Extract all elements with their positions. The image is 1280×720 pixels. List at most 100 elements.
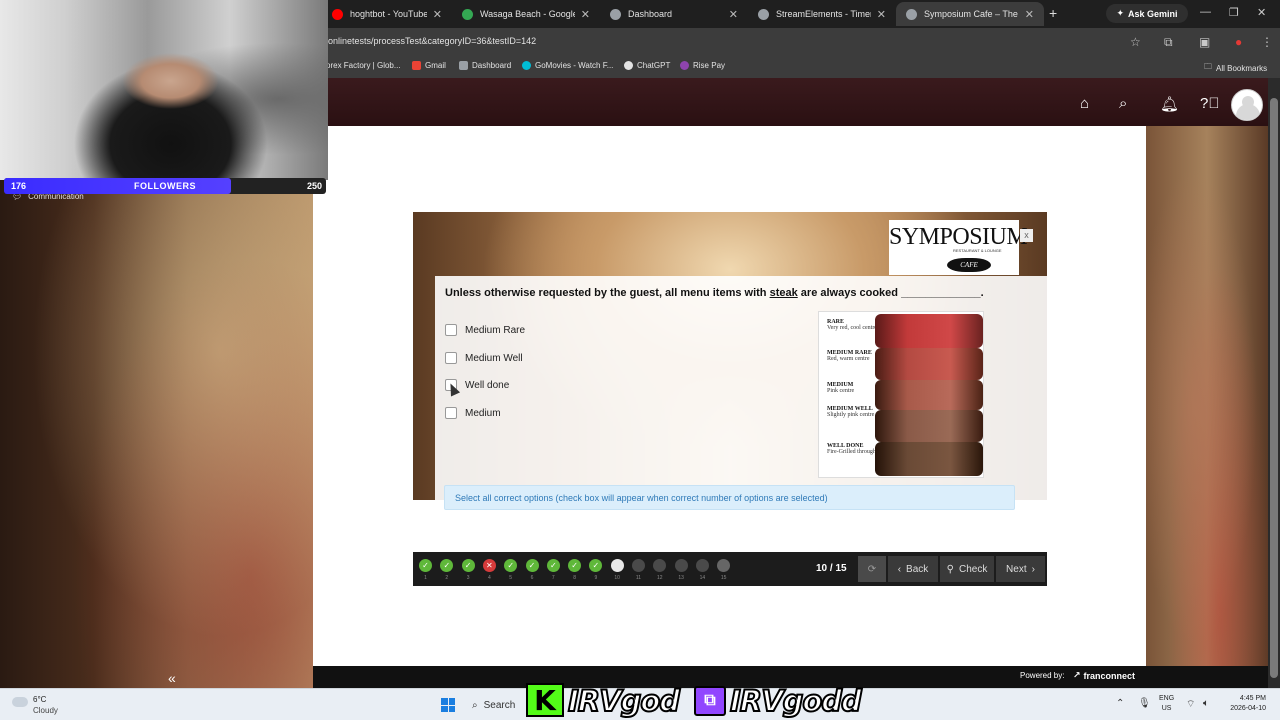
progress-dot-14[interactable] (695, 559, 709, 572)
option-label: Well done (465, 379, 510, 391)
next-button[interactable]: Next › (996, 556, 1045, 582)
bookmark-gomovies[interactable]: GoMovies - Watch F... (522, 61, 613, 70)
wifi-icon[interactable]: ⌔ (1186, 698, 1195, 711)
home-icon[interactable]: ⌂ (1080, 95, 1089, 112)
bookmark-label: orex Factory | Glob... (326, 61, 401, 70)
maps-pin-icon (462, 8, 473, 20)
option-label: Medium Well (465, 352, 523, 364)
progress-dot-12[interactable] (653, 559, 667, 572)
bell-icon[interactable]: 🔔︎ (1160, 95, 1179, 113)
progress-dot-13[interactable] (674, 559, 688, 572)
follower-goal: 250 (306, 181, 322, 191)
search-icon[interactable]: ⌕ (1119, 95, 1127, 112)
all-bookmarks[interactable]: 🗀 All Bookmarks (1204, 61, 1267, 75)
dashboard-icon (459, 61, 468, 70)
option-medium[interactable]: Medium (445, 406, 501, 420)
sidepanel-icon[interactable]: ▣ (1199, 35, 1210, 49)
bookmark-label: Gmail (425, 61, 446, 70)
close-button[interactable]: x (1020, 229, 1033, 242)
close-icon[interactable]: ✕ (729, 8, 738, 21)
progress-dot-2[interactable]: ✓ (440, 559, 454, 572)
option-medium-rare[interactable]: Medium Rare (445, 323, 525, 337)
close-icon[interactable]: ✕ (581, 8, 590, 21)
avatar[interactable] (1231, 89, 1263, 121)
language-indicator[interactable]: ENG US (1159, 694, 1174, 714)
progress-dot-3[interactable]: ✓ (461, 559, 475, 572)
progress-dot-number: 1 (424, 575, 427, 581)
steak-doneness-guide: RARE Very red, cool centre MEDIUM RARE R… (818, 311, 984, 478)
tab-title: Wasaga Beach - Google Ma (480, 9, 575, 19)
symposium-logo: SYMPOSIUM RESTAURANT & LOUNGE CAFE (889, 220, 1028, 275)
check-button[interactable]: ⚲ Check (940, 556, 994, 582)
progress-dot-number: 2 (445, 575, 449, 581)
progress-dot-5[interactable]: ✓ (504, 559, 518, 572)
windows-start-icon[interactable] (441, 698, 455, 712)
ask-gemini-button[interactable]: ✦ Ask Gemini (1106, 4, 1188, 23)
volume-icon[interactable]: 🔈︎ (1203, 698, 1209, 709)
progress-dot-4[interactable]: ✕ (482, 559, 496, 572)
close-window-icon[interactable]: ✕ (1257, 6, 1266, 19)
extensions-icon[interactable]: ⧉ (1164, 35, 1173, 50)
option-checkbox[interactable] (445, 352, 457, 364)
close-icon[interactable]: ✕ (433, 8, 442, 21)
progress-dot-8[interactable]: ✓ (568, 559, 582, 572)
progress-dot-1[interactable]: ✓ (419, 559, 432, 572)
weather-desc[interactable]: Cloudy (33, 706, 58, 715)
option-label: Medium Rare (465, 324, 526, 336)
menu-icon[interactable]: ⋮ (1261, 35, 1273, 49)
bookmark-dashboard[interactable]: Dashboard (459, 61, 511, 70)
taskbar-clock[interactable]: 4:45 PM 2026-04-10 (1218, 694, 1266, 714)
minimize-icon[interactable]: — (1200, 6, 1211, 18)
globe-icon (906, 8, 917, 20)
cloud-icon (12, 697, 28, 707)
help-icon[interactable]: ?⃝ (1200, 95, 1220, 112)
steak-slice-rare (875, 314, 983, 348)
progress-dot-10[interactable] (610, 559, 624, 572)
collapse-sidebar-button[interactable]: « (168, 670, 176, 686)
bookmark-chatgpt[interactable]: ChatGPT (624, 61, 670, 70)
progress-dot-number: 4 (488, 575, 491, 581)
progress-dot-6[interactable]: ✓ (525, 559, 539, 572)
url-field[interactable]: onlinetests/processTest&categoryID=36&te… (328, 36, 536, 46)
star-icon[interactable]: ☆ (1130, 35, 1141, 49)
new-tab-button[interactable]: + (1049, 5, 1057, 21)
bookmark-gmail[interactable]: Gmail (412, 61, 446, 70)
profile-icon[interactable]: ● (1235, 35, 1242, 49)
microphone-icon[interactable]: 🎙︎ (1138, 698, 1151, 709)
tab-google-maps[interactable]: Wasaga Beach - Google Ma ✕ (452, 2, 600, 26)
restore-icon[interactable]: ❐ (1229, 6, 1239, 19)
review-button[interactable]: ⟳ (858, 556, 886, 582)
option-checkbox[interactable] (445, 407, 457, 419)
page-scrollbar[interactable] (1268, 78, 1280, 688)
tab-youtube[interactable]: hoghtbot - YouTube ✕ (322, 2, 452, 26)
steak-slice-medium-well (875, 410, 983, 442)
region-code: US (1161, 705, 1172, 712)
progress-dot-11[interactable] (632, 559, 645, 572)
progress-dot-number: 3 (466, 575, 470, 581)
option-medium-well[interactable]: Medium Well (445, 351, 523, 365)
tab-symposium[interactable]: Symposium Cafe – The Scro ✕ (896, 2, 1044, 26)
tab-dashboard[interactable]: Dashboard ✕ (600, 2, 748, 26)
close-icon[interactable]: ✕ (877, 8, 886, 21)
tab-streamelements[interactable]: StreamElements - Timers ✕ (748, 2, 896, 26)
option-checkbox[interactable] (445, 324, 457, 336)
progress-dot-9[interactable]: ✓ (589, 559, 603, 572)
progress-dot-7[interactable]: ✓ (546, 559, 560, 572)
taskbar-search[interactable]: ⌕ Search (466, 694, 526, 716)
weather-temp[interactable]: 6°C (33, 695, 46, 704)
kick-logo: K (526, 683, 564, 717)
progress-dot-number: 12 (657, 575, 663, 581)
progress-dot-number: 6 (530, 575, 534, 581)
bookmark-risepay[interactable]: Rise Pay (680, 61, 725, 70)
chevron-up-icon[interactable]: ⌃ (1116, 698, 1124, 709)
bookmark-label: Dashboard (472, 61, 512, 70)
bookmark-forex[interactable]: orex Factory | Glob... (326, 61, 401, 70)
search-label: Search (483, 699, 516, 711)
streamer-name-twitch: IRVgodd (729, 683, 863, 719)
scrollbar-thumb[interactable] (1270, 98, 1278, 678)
progress-dot-15[interactable] (717, 559, 731, 572)
steak-slice-medium-rare (875, 348, 983, 380)
background-painting-right (1146, 126, 1268, 688)
close-icon[interactable]: ✕ (1025, 8, 1034, 21)
back-button[interactable]: ‹ Back (888, 556, 938, 582)
